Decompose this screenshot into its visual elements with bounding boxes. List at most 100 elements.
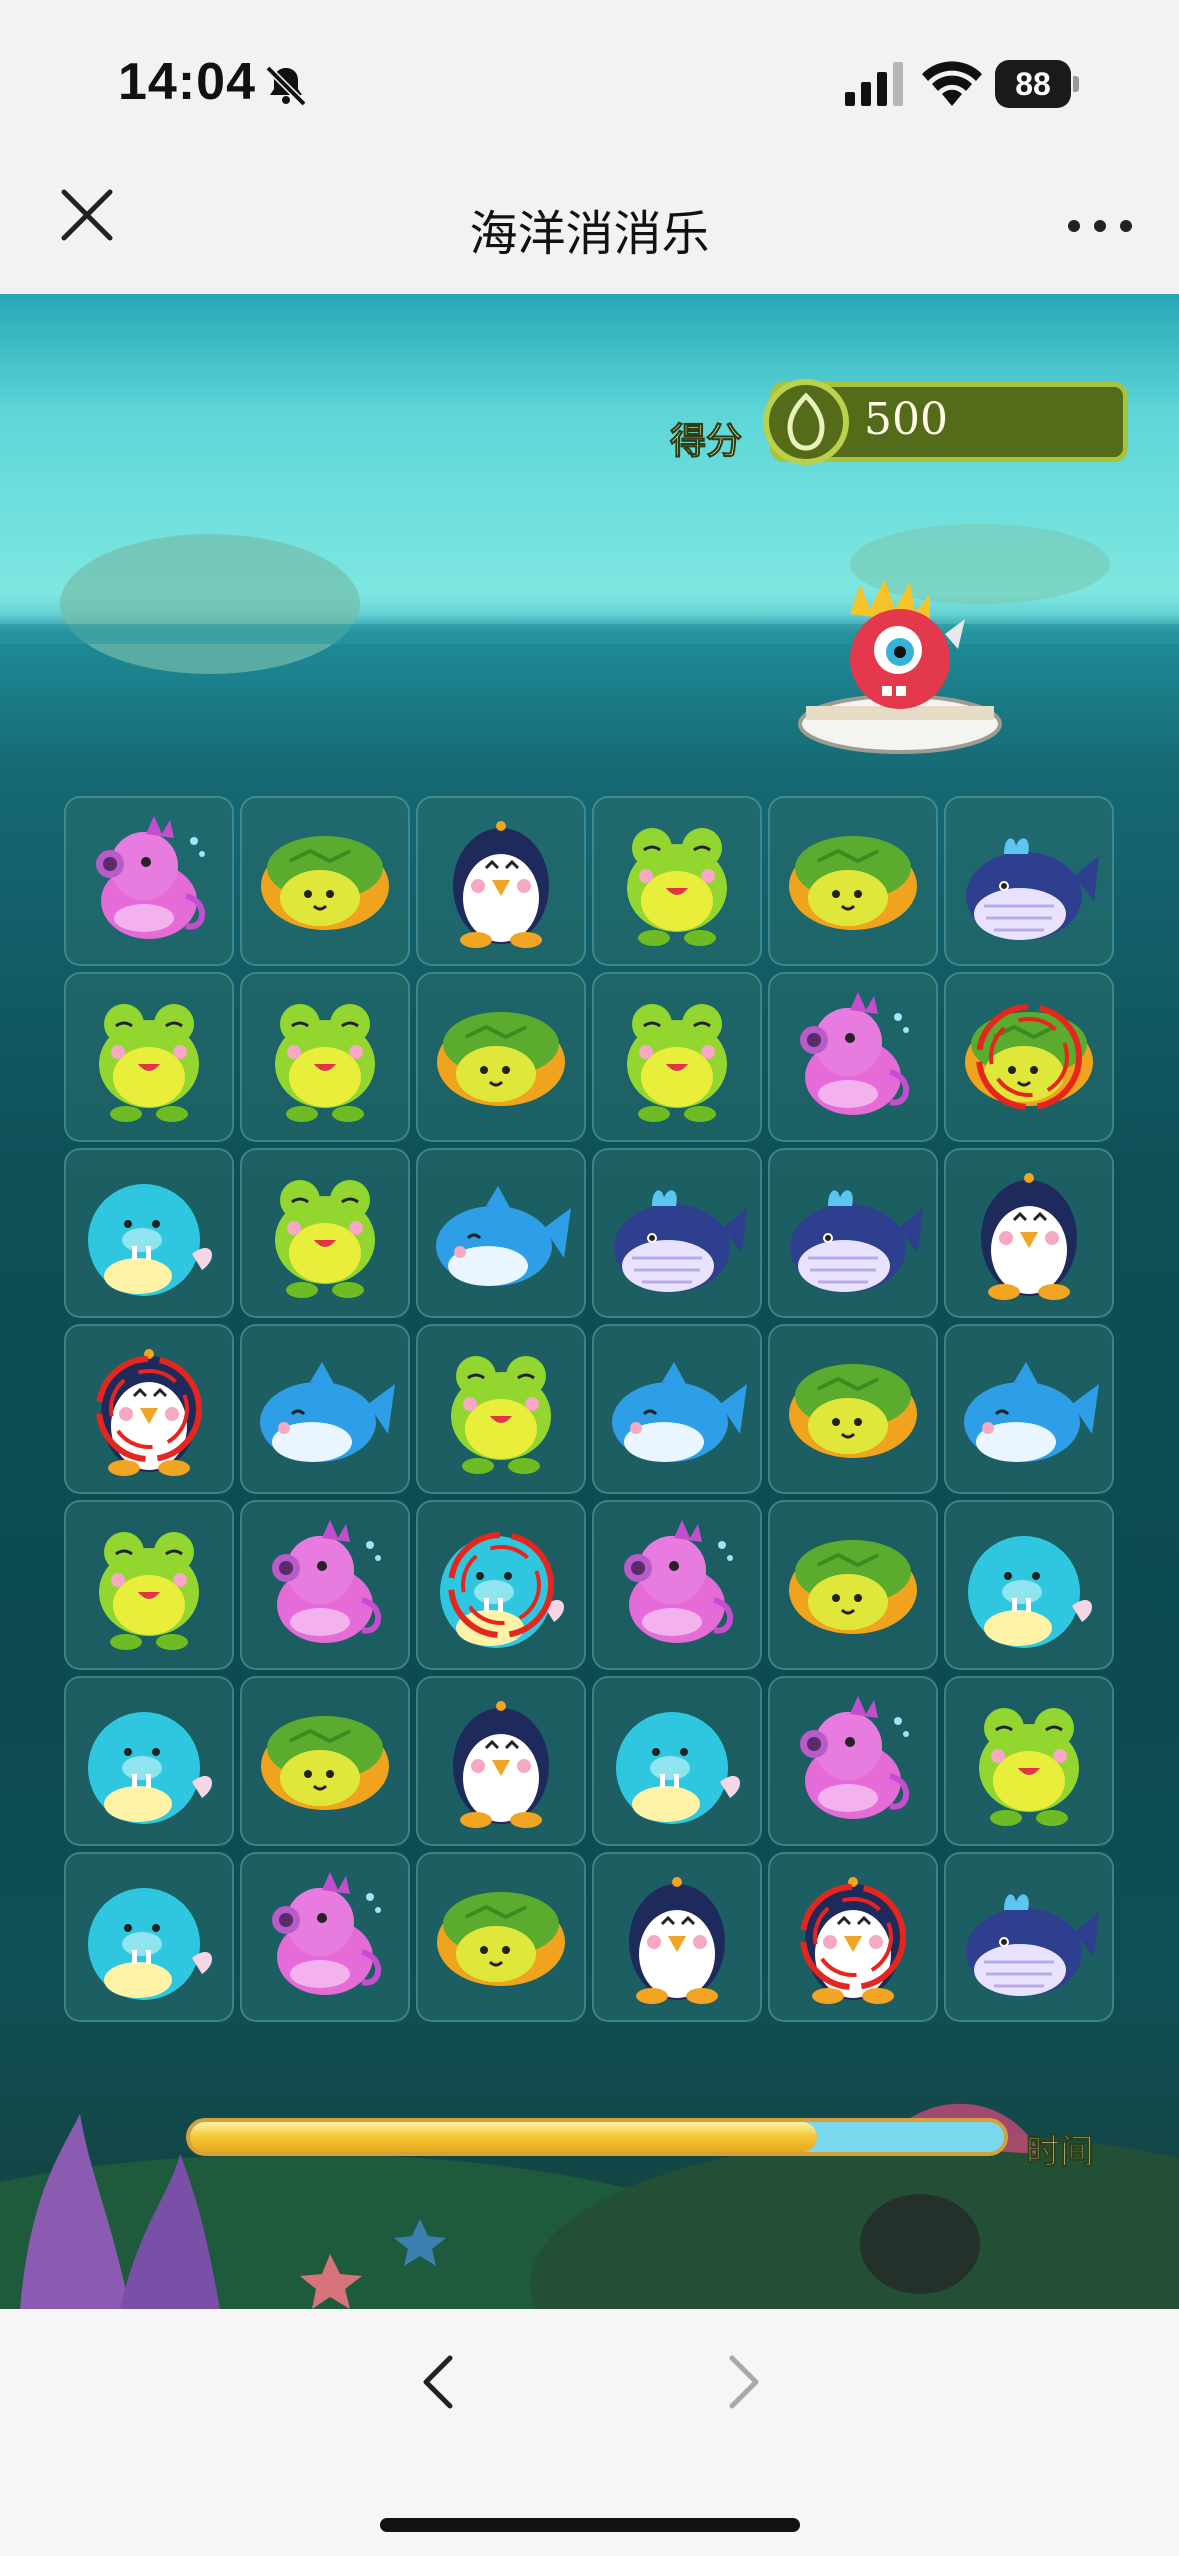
board-tile-penguin[interactable] — [944, 1148, 1114, 1318]
turtle-icon — [789, 1364, 917, 1458]
board-tile-frog[interactable] — [944, 1676, 1114, 1846]
board-tile-penguin[interactable] — [64, 1324, 234, 1494]
home-indicator — [380, 2518, 800, 2532]
turtle-icon — [261, 1716, 389, 1810]
board-tile-turtle[interactable] — [240, 1676, 410, 1846]
board-tile-walrus[interactable] — [416, 1500, 586, 1670]
board-tile-whale[interactable] — [944, 1852, 1114, 2022]
seahorse-icon — [800, 1696, 910, 1819]
board-tile-penguin[interactable] — [416, 1676, 586, 1846]
shell-icon — [763, 379, 849, 465]
walrus-icon — [968, 1536, 1093, 1648]
board-tile-seahorse[interactable] — [240, 1852, 410, 2022]
status-bar: 14:04 88 — [0, 0, 1179, 160]
battery-icon: 88 — [995, 60, 1079, 110]
board-tile-dolphin[interactable] — [592, 1324, 762, 1494]
frog-icon — [275, 1180, 375, 1298]
board-tile-whale[interactable] — [768, 1148, 938, 1318]
board-tile-seahorse[interactable] — [64, 796, 234, 966]
board-tile-penguin[interactable] — [592, 1852, 762, 2022]
board-tile-walrus[interactable] — [64, 1676, 234, 1846]
turtle-icon — [437, 1892, 565, 1986]
frog-icon — [979, 1708, 1079, 1826]
score-value: 500 — [864, 394, 948, 445]
seahorse-icon — [800, 992, 910, 1115]
board-tile-turtle[interactable] — [944, 972, 1114, 1142]
penguin-icon — [453, 1701, 549, 1828]
seahorse-icon — [272, 1520, 382, 1643]
penguin-icon — [629, 1877, 725, 2004]
whale-icon — [614, 1190, 747, 1292]
battery-level: 88 — [995, 60, 1071, 108]
walrus-icon — [616, 1712, 741, 1824]
time-label: 时间 — [1026, 2132, 1095, 2173]
wifi-icon — [922, 61, 982, 106]
chevron-right-icon[interactable] — [712, 2350, 772, 2414]
dolphin-icon — [260, 1362, 395, 1462]
board-tile-penguin[interactable] — [768, 1852, 938, 2022]
penguin-icon — [96, 1349, 202, 1476]
board-tile-seahorse[interactable] — [768, 972, 938, 1142]
status-time: 14:04 — [118, 53, 256, 111]
board-tile-turtle[interactable] — [416, 972, 586, 1142]
frog-icon — [627, 1004, 727, 1122]
walrus-icon — [440, 1532, 565, 1648]
board-tile-turtle[interactable] — [768, 1500, 938, 1670]
board-tile-dolphin[interactable] — [416, 1148, 586, 1318]
board-tile-seahorse[interactable] — [240, 1500, 410, 1670]
board-tile-frog[interactable] — [64, 1500, 234, 1670]
board-tile-turtle[interactable] — [768, 1324, 938, 1494]
board-tile-frog[interactable] — [416, 1324, 586, 1494]
board-tile-dolphin[interactable] — [240, 1324, 410, 1494]
turtle-icon — [437, 1012, 565, 1106]
whale-icon — [790, 1190, 923, 1292]
board-tile-frog[interactable] — [592, 972, 762, 1142]
turtle-icon — [789, 1540, 917, 1634]
board-tile-walrus[interactable] — [592, 1676, 762, 1846]
board-tile-whale[interactable] — [944, 796, 1114, 966]
seahorse-icon — [272, 1872, 382, 1995]
dolphin-icon — [612, 1362, 747, 1462]
score-label: 得分 — [669, 421, 743, 463]
seahorse-icon — [96, 816, 206, 939]
whale-icon — [966, 1894, 1099, 1996]
frog-icon — [275, 1004, 375, 1122]
dolphin-icon — [964, 1362, 1099, 1462]
frog-icon — [99, 1532, 199, 1650]
turtle-icon — [965, 1004, 1093, 1110]
turtle-icon — [261, 836, 389, 930]
whale-icon — [966, 838, 1099, 940]
board-tile-whale[interactable] — [592, 1148, 762, 1318]
board-tile-frog[interactable] — [240, 972, 410, 1142]
board-tile-penguin[interactable] — [416, 796, 586, 966]
board-tile-walrus[interactable] — [64, 1852, 234, 2022]
time-bar — [186, 2118, 1008, 2156]
seahorse-icon — [624, 1520, 734, 1643]
bell-slash-icon — [265, 65, 307, 107]
board-tile-dolphin[interactable] — [944, 1324, 1114, 1494]
frog-icon — [627, 828, 727, 946]
frog-icon — [99, 1004, 199, 1122]
dolphin-icon — [436, 1186, 571, 1286]
board-tile-seahorse[interactable] — [768, 1676, 938, 1846]
board-tile-walrus[interactable] — [64, 1148, 234, 1318]
chevron-left-icon[interactable] — [410, 2350, 470, 2414]
board-tile-seahorse[interactable] — [592, 1500, 762, 1670]
walrus-icon — [88, 1712, 213, 1824]
monster-boat — [798, 579, 1002, 754]
penguin-icon — [800, 1877, 906, 2004]
signal-icon — [845, 62, 903, 106]
board-tile-frog[interactable] — [240, 1148, 410, 1318]
board-tile-frog[interactable] — [64, 972, 234, 1142]
walrus-icon — [88, 1184, 213, 1296]
board-tile-turtle[interactable] — [240, 796, 410, 966]
more-icon[interactable] — [1060, 196, 1140, 256]
time-bar-fill — [190, 2122, 817, 2152]
board-tile-turtle[interactable] — [768, 796, 938, 966]
board-tile-turtle[interactable] — [416, 1852, 586, 2022]
page-title: 海洋消消乐 — [469, 206, 710, 262]
turtle-icon — [789, 836, 917, 930]
board-tile-walrus[interactable] — [944, 1500, 1114, 1670]
board-tile-frog[interactable] — [592, 796, 762, 966]
penguin-icon — [453, 821, 549, 948]
